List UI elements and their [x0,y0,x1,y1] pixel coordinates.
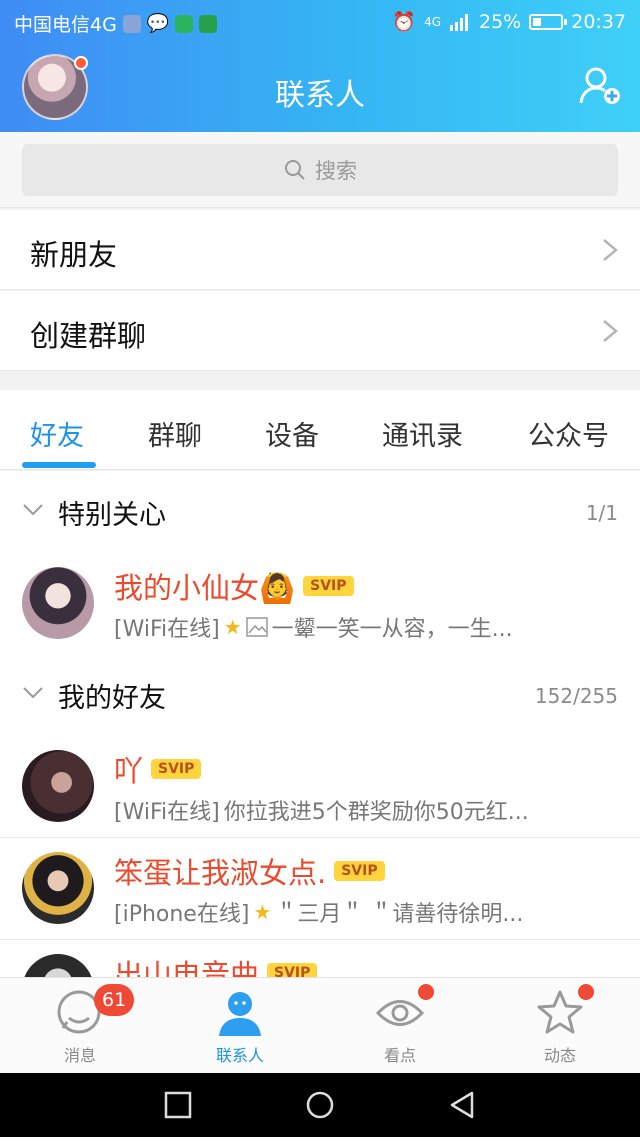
chevron-down-icon [23,687,43,699]
chevron-right-icon [603,320,618,342]
system-navigation-bar [0,1073,640,1137]
clock: 20:37 [571,10,626,33]
contact-tabs: 好友 群聊 设备 通讯录 公众号 [0,390,640,470]
online-status: [iPhone在线] [114,902,250,927]
friend-item[interactable]: 我的小仙女🙆 SVIP [WiFi在线] ★ 一颦一笑一从容，一生... [0,553,640,655]
tab-devices[interactable]: 设备 [265,414,319,453]
signature: 一颦一笑一从容，一生... [271,617,513,642]
tab-active-indicator [22,462,96,468]
unread-badge: 61 [94,984,135,1016]
avatar [22,852,94,924]
iqiyi-icon [175,14,194,33]
alarm-icon: ⏰ [392,11,417,33]
friend-name: 吖 [114,754,144,788]
svip-badge: SVIP [303,576,354,596]
group-title: 我的好友 [58,683,166,714]
create-group-row[interactable]: 创建群聊 [0,291,640,371]
online-status: [WiFi在线] [114,800,220,825]
star-icon: ★ [223,615,242,639]
online-status: [WiFi在线] [114,617,220,642]
tab-official-accounts[interactable]: 公众号 [528,414,609,453]
carrier-label: 中国电信4G [14,14,117,36]
image-icon [245,617,268,637]
friend-item[interactable]: 笨蛋让我淑女点. SVIP [iPhone在线] ★ ＂三月＂ ＂请善待徐明..… [0,838,640,940]
friend-name: 笨蛋让我淑女点. [114,856,327,890]
nav-label: 看点 [383,1046,416,1065]
add-user-icon[interactable] [578,66,622,106]
battery-icon [529,13,568,30]
eye-icon [375,1000,425,1026]
notification-dot [74,56,88,70]
chevron-right-icon [603,239,618,261]
friend-name: 我的小仙女🙆 [114,571,296,605]
signature: ＂三月＂ ＂请善待徐明... [275,902,524,927]
contacts-icon [219,992,261,1036]
avatar [22,750,94,822]
home-button-icon[interactable] [306,1091,334,1119]
app-notification-icon [122,14,141,33]
home-app-icon [199,14,218,33]
search-placeholder: 搜索 [315,159,357,183]
new-friends-label: 新朋友 [30,238,118,272]
tab-address-book[interactable]: 通讯录 [382,414,463,453]
status-bar: 中国电信4G 💬 ⏰ 4G 25% 20:37 [0,0,640,44]
star-icon: ★ [253,900,272,924]
nav-messages[interactable]: 61 消息 [0,978,160,1074]
nav-label: 联系人 [215,1046,264,1065]
friend-item[interactable]: 吖 SVIP [WiFi在线] 你拉我进5个群奖励你50元红... [0,736,640,838]
new-friends-row[interactable]: 新朋友 [0,210,640,290]
header-bar: 中国电信4G 💬 ⏰ 4G 25% 20:37 联系人 [0,0,640,132]
notification-dot [418,984,434,1000]
signature: 你拉我进5个群奖励你50元红... [223,800,529,825]
create-group-label: 创建群聊 [30,319,147,353]
tab-friends[interactable]: 好友 [30,414,84,453]
page-title: 联系人 [275,78,365,113]
wechat-icon: 💬 [146,13,170,34]
back-button-icon[interactable] [448,1091,476,1119]
notification-dot [578,984,594,1000]
recents-button-icon[interactable] [164,1091,192,1119]
group-header-special[interactable]: 特别关心 1/1 [0,471,640,553]
nav-label: 动态 [543,1046,576,1065]
avatar [22,567,94,639]
search-icon [285,160,305,180]
network-type: 4G [424,14,441,29]
group-count: 152/255 [534,684,618,708]
nav-moments[interactable]: 动态 [480,978,640,1074]
svip-badge: SVIP [151,759,202,779]
search-input[interactable]: 搜索 [22,144,618,196]
bottom-navigation: 61 消息 联系人 看点 动态 [0,977,640,1073]
group-title: 特别关心 [58,500,166,531]
group-count: 1/1 [585,501,618,525]
nav-contacts[interactable]: 联系人 [160,978,320,1074]
nav-label: 消息 [63,1046,96,1065]
tab-groups[interactable]: 群聊 [148,414,202,453]
svip-badge: SVIP [334,861,385,881]
search-section: 搜索 [0,132,640,208]
battery-percent: 25% [479,10,522,33]
star-icon [537,990,583,1034]
signal-icon [450,13,468,31]
group-header-friends[interactable]: 我的好友 152/255 [0,654,640,736]
nav-discover[interactable]: 看点 [320,978,480,1074]
chevron-down-icon [23,504,43,516]
